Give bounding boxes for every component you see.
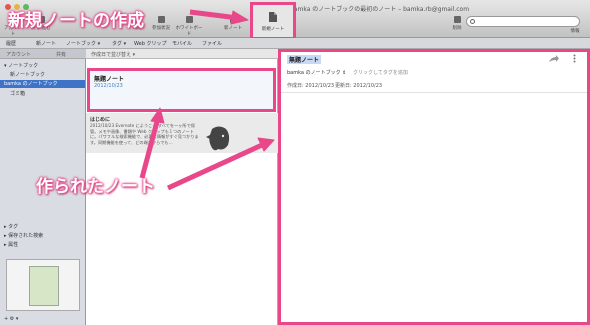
new-note-button-label: 新規ノート [261,27,285,32]
window-title: bamka のノートブックの最初のノート – bamka.rb@gmail.co… [290,6,470,13]
document-icon [269,12,277,22]
sidebar-section-tags[interactable]: ▸ タグ [4,223,18,230]
share-icon[interactable] [549,55,559,62]
toolbar-label: 新ノート [224,26,242,31]
note-date: 2012/10/23 [94,83,123,89]
trash-icon [453,16,461,23]
subbar-item[interactable]: Web クリップ [134,40,167,47]
toolbar-label: 削除 [452,26,462,31]
subbar-item[interactable]: ファイル [202,40,222,47]
subbar-item[interactable]: 履歴 [6,40,16,47]
subbar-item[interactable]: タグ ▾ [112,40,126,47]
updated-date: 更新日: 2012/10/23 [335,83,383,89]
note-list-header: 作成日で並び替え ▾ [86,49,278,59]
more-options-icon[interactable] [573,54,576,63]
subbar-item[interactable]: モバイル [172,40,192,47]
note-snippet: 2012/10/23 Evernote にようこそ すべてを一ヶ所で保管。メモや… [90,123,199,145]
new-note-button-highlight[interactable]: 新規ノート [250,2,296,40]
activity-icon [157,16,165,23]
annotation-created-note: 作られたノート [36,177,155,197]
note-editor: 無題ノート bamka のノートブック ⇕ クリックしてタグを追加 作成日: 2… [278,49,590,325]
subbar-item[interactable]: 新ノート [36,40,56,47]
note-title-field[interactable]: 無題ノート [287,55,322,64]
search-icon [470,19,475,24]
divider [281,92,587,93]
sidebar-item-trash[interactable]: ゴミ箱 [10,90,25,97]
new-note-toolbar-button[interactable]: 新ノート [222,16,244,31]
toolbar-label: 情報 [570,29,580,34]
secondary-toolbar: 履歴 新ノート ノートブック ▾ タグ ▾ Web クリップ モバイル ファイル [0,38,590,49]
annotation-create-new-note: 新規ノートの作成 [8,11,144,31]
sidebar-item-new-notebook[interactable]: 新ノートブック [10,71,45,78]
toolbar-label: 参加状況 [152,26,170,31]
sidebar-section-attributes[interactable]: ▸ 属性 [4,241,18,248]
whiteboard-icon [185,16,193,23]
new-note-icon [229,16,237,23]
sidebar-section-notebooks[interactable]: ▾ ノートブック [4,62,38,69]
evernote-elephant-icon [206,126,230,151]
list-item-new-note[interactable]: 無題ノート 2012/10/23 [87,68,276,112]
note-thumbnail-preview [6,259,80,311]
search-input[interactable] [466,16,580,27]
tag-input[interactable]: クリックしてタグを追加 [353,69,408,76]
whiteboard-button[interactable]: ホワイトボード [174,16,204,37]
delete-button[interactable]: 削除 [446,16,468,31]
activity-button[interactable]: 参加状況 [150,16,172,31]
tab-shared[interactable]: 共有 [56,51,66,58]
note-title: はじめに [90,117,111,123]
created-date: 作成日: 2012/10/23 [287,83,335,89]
info-button[interactable]: 情報 [562,28,588,34]
sidebar-tabs: アカウント 共有 [0,49,86,59]
notebook-selector[interactable]: bamka のノートブック ⇕ [287,69,346,76]
sidebar-section-saved-searches[interactable]: ▸ 保存された検索 [4,232,43,239]
note-title: 無題ノート [94,76,125,83]
sort-dropdown[interactable]: 作成日で並び替え ▾ [91,51,135,58]
sidebar-item-selected-notebook[interactable]: bamka のノートブック [0,80,85,88]
subbar-item[interactable]: ノートブック ▾ [66,40,100,47]
tab-account[interactable]: アカウント [6,51,31,58]
list-item[interactable]: はじめに 2012/10/23 Evernote にようこそ すべてを一ヶ所で保… [86,113,278,153]
toolbar-label: ホワイトボード [175,26,203,37]
thumbnail-image [29,266,59,306]
sidebar-bottom-toolbar[interactable]: + ⚙ ▾ [4,316,18,322]
